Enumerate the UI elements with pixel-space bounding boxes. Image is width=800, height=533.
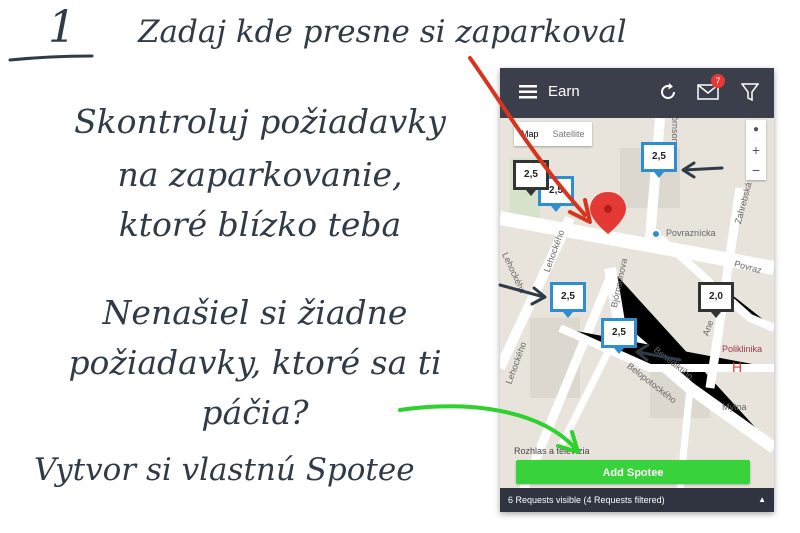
street-label: Mýtna <box>722 402 747 412</box>
expand-up-icon[interactable]: ▲ <box>758 488 766 512</box>
step-number: 1 <box>48 2 76 53</box>
current-location-icon <box>651 229 661 239</box>
spot-marker[interactable]: 2,5 <box>641 142 677 178</box>
messages-button[interactable]: 7 <box>694 74 725 106</box>
app-bar: Earn 7 <box>500 68 774 118</box>
none-line-2: požiadavky, ktoré sa ti <box>68 343 442 382</box>
map-type-satellite[interactable]: Satellite <box>546 122 592 146</box>
spot-marker[interactable]: 2,5 <box>601 318 637 354</box>
phone-screen: H Povraznícka Povraz Bjórnsonova Lehocké… <box>500 68 774 512</box>
check-line-2: na zaparkovanie, <box>117 155 403 194</box>
add-spotee-button[interactable]: Add Spotee <box>516 460 750 484</box>
street-label: Povraznícka <box>666 228 716 238</box>
zoom-controls: + − <box>746 140 766 180</box>
check-line-3: ktoré blízko teba <box>118 205 402 244</box>
spot-marker[interactable]: 2,5 <box>513 160 549 196</box>
refresh-button[interactable] <box>654 78 682 106</box>
status-bar: 6 Requests visible (4 Requests filtered)… <box>500 488 774 512</box>
hamburger-icon <box>519 85 537 99</box>
svg-text:H: H <box>732 359 742 375</box>
requests-status: 6 Requests visible (4 Requests filtered) <box>508 495 665 505</box>
place-label: Rozhlas a televízia <box>514 446 590 456</box>
app-title: Earn <box>548 83 580 100</box>
check-line-1: Skontroluj požiadavky <box>74 102 446 141</box>
filter-button[interactable] <box>736 78 764 106</box>
locate-button[interactable]: ● <box>746 120 766 140</box>
spot-marker[interactable]: 2,5 <box>550 282 586 318</box>
none-line-1: Nenašiel si žiadne <box>102 293 408 332</box>
map-type-toggle: Map Satellite <box>514 122 592 146</box>
step-text: Zadaj kde presne si zaparkoval <box>138 14 627 50</box>
create-line: Vytvor si vlastnú Spotee <box>34 452 415 488</box>
place-label: Poliklinika <box>722 344 763 354</box>
refresh-icon <box>661 83 675 99</box>
none-line-3: páčia? <box>201 393 309 432</box>
map-type-map[interactable]: Map <box>514 122 546 146</box>
menu-button[interactable] <box>514 78 542 106</box>
filter-icon <box>741 83 759 101</box>
zoom-in-button[interactable]: + <box>746 140 766 160</box>
zoom-out-button[interactable]: − <box>746 160 766 180</box>
spot-marker[interactable]: 2,0 <box>698 282 734 318</box>
unread-badge: 7 <box>711 74 725 88</box>
